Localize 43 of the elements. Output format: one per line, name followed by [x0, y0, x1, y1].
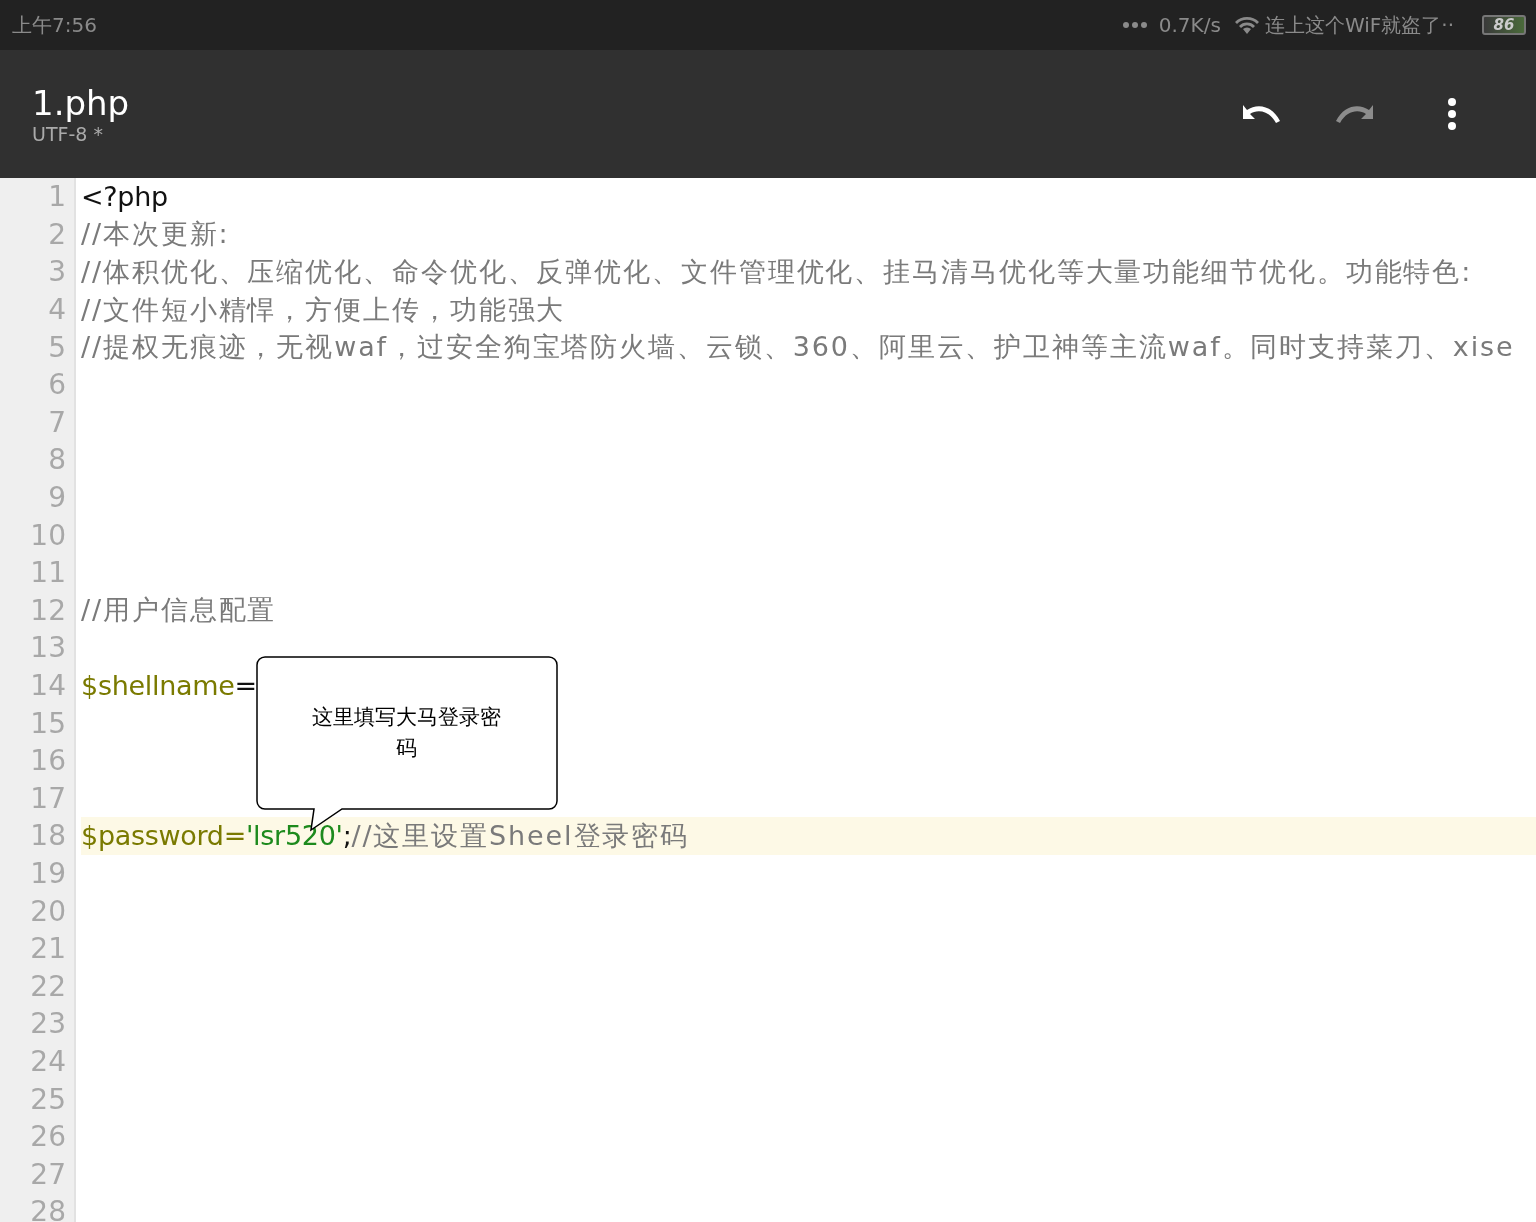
line-number: 3	[47, 255, 66, 289]
line-number: 20	[29, 894, 66, 928]
code-line: //用户信息配置	[81, 593, 277, 628]
line-number: 17	[29, 781, 66, 815]
code-line: //体积优化、压缩优化、命令优化、反弹优化、文件管理优化、挂马清马优化等大量功能细节优化。功能特色:	[81, 255, 1473, 289]
time: 上午7:56	[12, 11, 97, 39]
line-number: 11	[29, 556, 66, 590]
line-number: 13	[29, 631, 66, 665]
line-number: 16	[29, 744, 66, 778]
line-number: 6	[47, 368, 66, 402]
line-number: 7	[47, 405, 66, 439]
line-number: 26	[29, 1120, 66, 1154]
line-number: 14	[29, 669, 66, 702]
battery-icon: 86	[1482, 15, 1526, 35]
code-line: //本次更新:	[81, 217, 230, 252]
line-number: 18	[29, 819, 66, 853]
line-number: 24	[29, 1044, 66, 1078]
more-dots-icon	[1122, 21, 1147, 29]
line-number: 19	[29, 857, 66, 890]
line-number: 10	[29, 518, 66, 552]
line-number: 5	[47, 330, 66, 364]
line-number: 8	[47, 443, 66, 477]
network-speed: 0.7K/s	[1158, 13, 1221, 37]
line-number: 12	[29, 593, 66, 627]
line-number: 27	[29, 1157, 66, 1191]
line-number: 28	[29, 1195, 66, 1222]
line-number: 25	[29, 1082, 66, 1116]
line-number: 9	[47, 481, 66, 515]
line-number: 23	[29, 1007, 66, 1041]
code-line: //文件短小精悍，方便上传，功能强大	[81, 292, 566, 327]
line-number: 2	[47, 217, 66, 251]
network-name: 连上这个WiF就盗了··	[1264, 11, 1454, 39]
code-line: $shellname=	[81, 670, 257, 701]
line-number: 22	[29, 969, 66, 1003]
code-line: <?php	[81, 181, 168, 213]
code-line: //提权无痕迹，无视waf，过安全狗宝塔防火墙、云锁、360、阿里云、护卫神等主流waf。同时支持菜刀、xise	[81, 330, 1515, 365]
file-title: 1.php	[32, 83, 130, 123]
line-number: 21	[29, 932, 66, 966]
more-vert-icon	[1447, 97, 1457, 131]
line-number: 1	[47, 180, 66, 214]
file-encoding: UTF-8 *	[32, 123, 104, 145]
line-number: 4	[47, 293, 66, 327]
line-number: 15	[29, 706, 66, 740]
